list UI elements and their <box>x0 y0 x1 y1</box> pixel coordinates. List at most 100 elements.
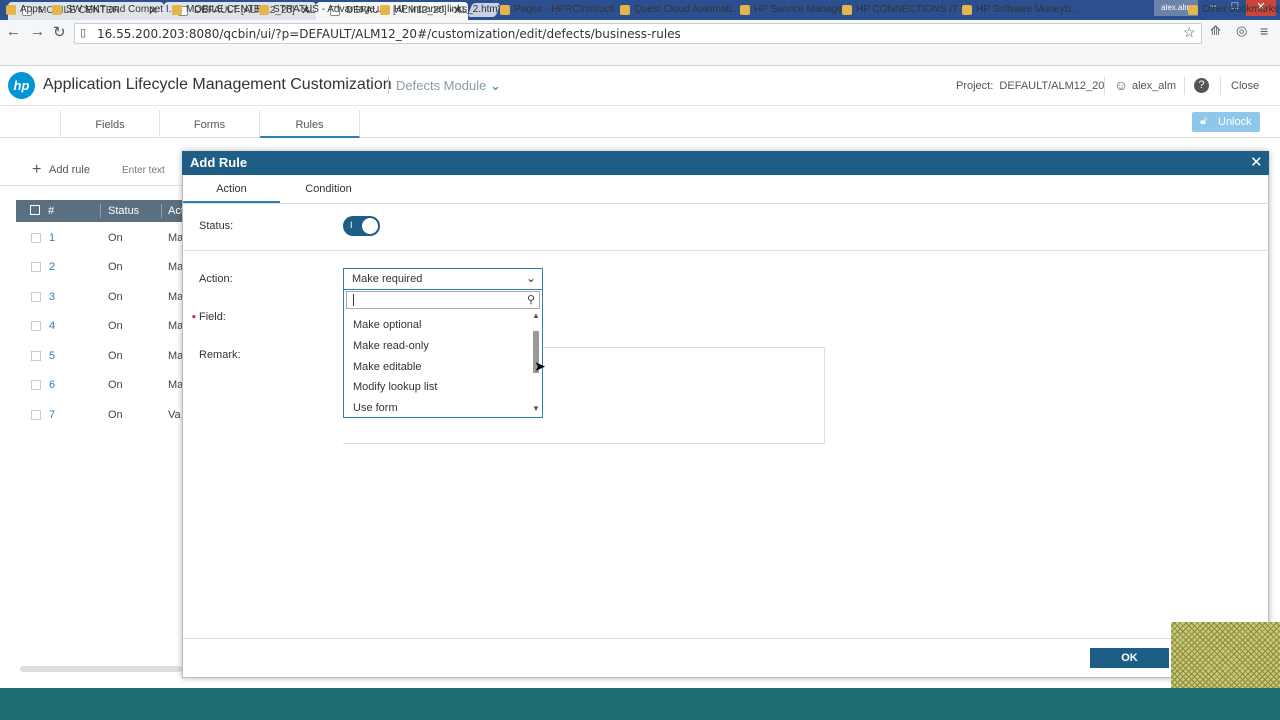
bookmarks-bar <box>0 46 1280 66</box>
row-checkbox[interactable] <box>31 351 41 361</box>
menu-icon[interactable]: ≡ <box>1260 23 1268 39</box>
lock-icon: 🔓︎ <box>1200 115 1208 127</box>
bookmark-other[interactable]: Other bookmarks <box>1188 4 1279 15</box>
bookmark[interactable]: HP Service Manager <box>740 4 846 15</box>
row-checkbox[interactable] <box>31 233 41 243</box>
translate-icon[interactable]: ⟰ <box>1210 23 1221 39</box>
rule-status: On <box>108 261 123 273</box>
bookmark[interactable]: MOBILE CENTER <box>172 4 268 15</box>
table-row[interactable]: 3 On Ma <box>16 283 183 312</box>
mouse-cursor-icon: ➤ <box>534 358 546 374</box>
scroll-down-icon[interactable]: ▼ <box>532 404 540 413</box>
divider <box>183 638 1269 639</box>
table-row[interactable]: 4 On Ma <box>16 312 183 341</box>
table-row[interactable]: 2 On Ma <box>16 253 184 282</box>
module-name: Defects Module <box>396 78 487 93</box>
user-icon: ☺ <box>1114 77 1129 93</box>
chevron-down-icon: ⌄ <box>525 271 536 285</box>
option-use-form[interactable]: Use form <box>353 402 398 414</box>
row-checkbox[interactable] <box>31 292 41 302</box>
rule-status: On <box>108 320 123 332</box>
reload-icon[interactable]: ↻ <box>53 23 66 41</box>
column-header-number[interactable]: # <box>48 205 54 217</box>
remark-label: Remark: <box>199 349 241 361</box>
option-make-optional[interactable]: Make optional <box>353 319 422 331</box>
status-toggle[interactable]: I <box>343 216 380 236</box>
table-row[interactable]: 7 On Va <box>16 401 182 430</box>
rule-number: 7 <box>49 409 56 421</box>
bookmark[interactable]: HP Software Moneyb... <box>962 4 1079 15</box>
tab-forms[interactable]: Forms <box>160 110 260 138</box>
bookmark[interactable]: HP CONNECTIONS IT V... <box>842 4 975 15</box>
row-checkbox[interactable] <box>31 262 41 272</box>
grid-header: # Status Act <box>16 200 186 222</box>
bookmark[interactable]: HP Intranet links_2.htm' <box>380 4 500 15</box>
user-name[interactable]: alex_alm <box>1132 80 1176 92</box>
action-select[interactable]: Make required ⌄ <box>343 268 543 290</box>
option-make-editable[interactable]: Make editable <box>353 361 422 373</box>
extension-icon[interactable]: ◎ <box>1236 23 1247 39</box>
project-name: DEFAULT/ALM12_20 <box>999 80 1105 92</box>
rule-number: 1 <box>49 232 56 244</box>
rule-status: On <box>108 409 123 421</box>
ok-button[interactable]: OK <box>1090 648 1169 668</box>
star-icon[interactable]: ☆ <box>1183 24 1196 41</box>
rule-status: On <box>108 379 123 391</box>
project-info: Project: DEFAULT/ALM12_20 <box>956 80 1104 92</box>
bookmark[interactable]: Quest Cloud Automati... <box>620 4 740 15</box>
rule-number: 5 <box>49 350 56 362</box>
option-modify-lookup-list[interactable]: Modify lookup list <box>353 381 437 393</box>
row-checkbox[interactable] <box>31 321 41 331</box>
table-row[interactable]: 5 On Ma <box>16 342 183 371</box>
tab-rules[interactable]: Rules <box>260 110 360 138</box>
action-selected-value: Make required <box>352 273 423 285</box>
text-cursor <box>353 294 354 306</box>
rule-action: Ma <box>168 379 184 391</box>
close-link[interactable]: Close <box>1231 80 1259 92</box>
divider <box>100 204 101 218</box>
rule-status: On <box>108 232 123 244</box>
tab-condition[interactable]: Condition <box>280 176 377 204</box>
bookmark-apps[interactable]: Apps <box>6 4 43 15</box>
bookmark[interactable]: Pages - HPRCInstructi... <box>500 4 623 15</box>
tab-fields[interactable]: Fields <box>60 110 160 138</box>
add-rule-button[interactable]: Add rule <box>49 164 90 176</box>
unlock-button[interactable]: 🔓︎ Unlock <box>1192 112 1260 132</box>
dialog-title: Add Rule <box>182 151 1269 175</box>
row-checkbox[interactable] <box>31 410 41 420</box>
module-selector[interactable]: Defects Module ⌄ <box>396 78 501 94</box>
close-icon[interactable]: ✕ <box>1250 153 1263 171</box>
back-icon[interactable]: ← <box>6 23 21 40</box>
scroll-up-icon[interactable]: ▲ <box>532 311 540 320</box>
field-label-text: Field: <box>198 311 226 323</box>
rule-action: Ma <box>168 261 184 273</box>
forward-icon[interactable]: → <box>30 23 45 40</box>
column-header-status[interactable]: Status <box>108 205 139 217</box>
page-info-icon[interactable]: ▯ <box>80 26 86 39</box>
select-all-checkbox[interactable] <box>30 205 40 215</box>
rule-number: 3 <box>49 291 56 303</box>
tab-action[interactable]: Action <box>183 176 280 204</box>
divider <box>183 203 1269 204</box>
search-icon: ⚲ <box>526 294 535 306</box>
horizontal-scrollbar[interactable] <box>20 666 182 672</box>
toggle-on-icon: I <box>350 220 353 230</box>
dropdown-search-input[interactable]: ⚲ <box>346 291 540 309</box>
help-icon[interactable]: ? <box>1194 78 1209 93</box>
url-input[interactable]: 16.55.200.203:8080/qcbin/ui/?p=DEFAULT/A… <box>74 23 1202 44</box>
overlay-pattern <box>1171 622 1280 688</box>
app-title: Application Lifecycle Management Customi… <box>43 76 392 93</box>
table-row[interactable]: 1 On Ma <box>16 224 183 253</box>
filter-input[interactable] <box>122 160 182 180</box>
divider <box>183 250 1269 251</box>
divider <box>388 76 389 94</box>
unlock-label: Unlock <box>1218 116 1252 128</box>
row-checkbox[interactable] <box>31 380 41 390</box>
plus-icon: + <box>32 161 42 178</box>
bookmark[interactable]: SW MKT and Compet I... <box>52 4 177 15</box>
rule-number: 4 <box>49 320 56 332</box>
table-row[interactable]: 6 On Ma <box>16 371 184 400</box>
option-make-read-only[interactable]: Make read-only <box>353 340 429 352</box>
status-label: Status: <box>199 220 234 232</box>
bookmark[interactable]: STRATUS - Advantage... <box>259 4 383 15</box>
